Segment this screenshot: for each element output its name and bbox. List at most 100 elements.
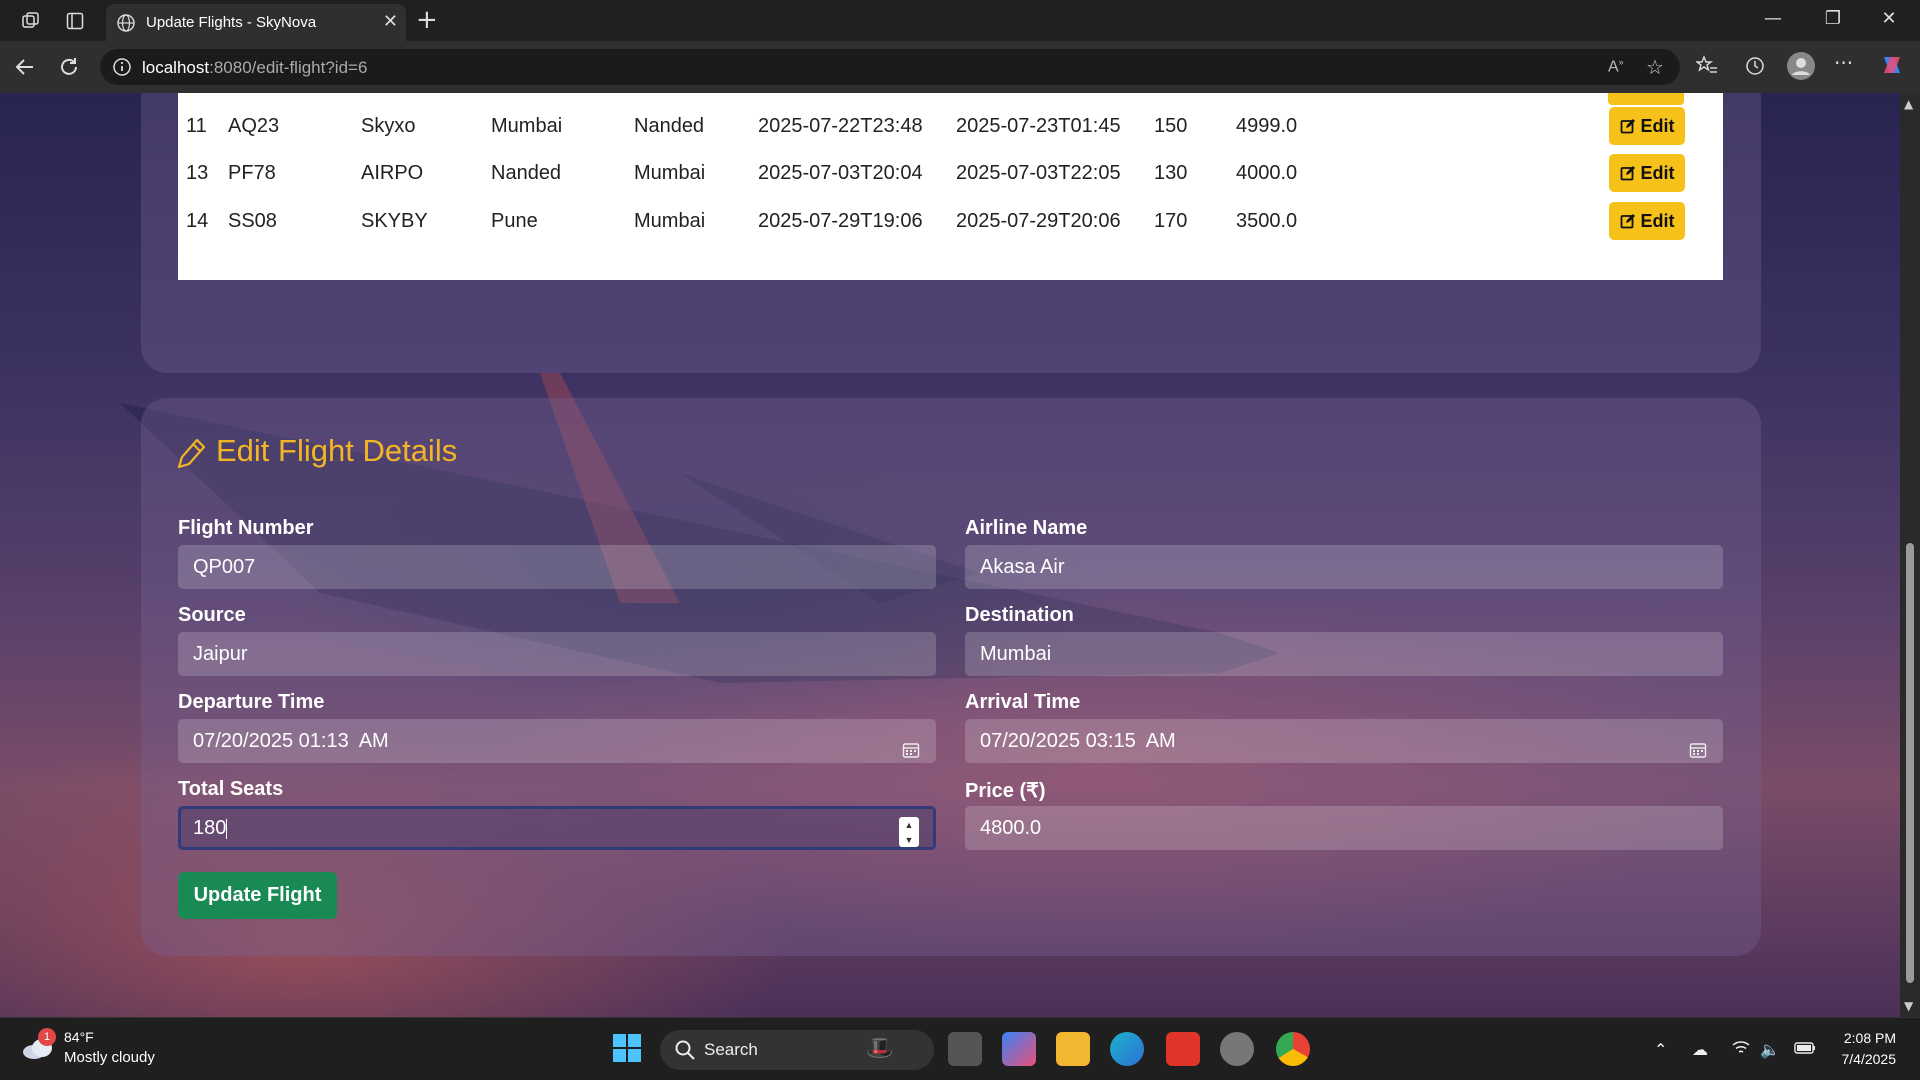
- scroll-up-icon[interactable]: ▲: [1904, 97, 1913, 111]
- departure-time-input[interactable]: 07/20/2025 01:13 AM: [178, 719, 936, 763]
- clock-time[interactable]: 2:08 PM: [1844, 1030, 1896, 1046]
- read-aloud-icon[interactable]: A»: [1608, 57, 1624, 76]
- pencil-icon: [176, 436, 206, 474]
- weather-desc[interactable]: Mostly cloudy: [64, 1049, 155, 1066]
- table-cell: 2025-07-29T19:06: [758, 210, 923, 232]
- office-app-icon[interactable]: [1166, 1032, 1200, 1066]
- taskbar-search[interactable]: Search 🎩: [660, 1030, 934, 1070]
- table-cell: Mumbai: [634, 210, 706, 232]
- history-icon[interactable]: [1744, 55, 1766, 81]
- url-host: localhost: [142, 58, 210, 77]
- close-window-icon[interactable]: ✕: [1866, 8, 1912, 29]
- active-tab[interactable]: Update Flights - SkyNova ✕: [106, 4, 406, 41]
- price-input[interactable]: 4800.0: [965, 806, 1723, 850]
- battery-icon[interactable]: [1794, 1040, 1816, 1059]
- source-input[interactable]: Jaipur: [178, 632, 936, 676]
- total-seats-label: Total Seats: [178, 778, 284, 800]
- close-tab-icon[interactable]: ✕: [383, 11, 398, 32]
- table-cell: Pune: [491, 210, 538, 232]
- volume-icon[interactable]: 🔈: [1760, 1040, 1780, 1059]
- copilot-app-icon[interactable]: [1002, 1032, 1036, 1066]
- table-cell: 14: [186, 210, 209, 232]
- browser-tab-bar: Update Flights - SkyNova ✕ + — ❐ ✕: [0, 0, 1920, 41]
- arrival-time-input[interactable]: 07/20/2025 03:15 AM: [965, 719, 1723, 763]
- edit-square-icon: [1620, 166, 1635, 181]
- refresh-icon[interactable]: [56, 54, 82, 84]
- favorite-star-icon[interactable]: ☆: [1646, 55, 1664, 79]
- copilot-icon[interactable]: [1878, 51, 1906, 83]
- file-explorer-icon[interactable]: [1056, 1032, 1090, 1066]
- table-cell: SS08: [228, 210, 277, 232]
- flight-number-label: Flight Number: [178, 517, 314, 539]
- wifi-icon[interactable]: [1732, 1040, 1750, 1060]
- chrome-browser-icon[interactable]: [1276, 1032, 1310, 1066]
- flights-table: 11 AQ23 Skyxo Mumbai Nanded 2025-07-22T23:48 2…: [178, 93, 1723, 280]
- new-tab-icon[interactable]: +: [416, 5, 438, 35]
- edit-flight-button[interactable]: Edit: [1609, 154, 1685, 192]
- total-seats-value: 180: [193, 817, 227, 839]
- table-cell: 3500.0: [1236, 210, 1298, 232]
- address-toolbar: localhost:8080/edit-flight?id=6 A» ☆ ···: [0, 41, 1920, 93]
- tab-title: Update Flights - SkyNova: [146, 14, 317, 31]
- flight-number-input[interactable]: QP007: [178, 545, 936, 589]
- update-flight-button[interactable]: Update Flight: [178, 872, 337, 919]
- airline-name-input[interactable]: Akasa Air: [965, 545, 1723, 589]
- edit-flight-button[interactable]: Edit: [1609, 202, 1685, 240]
- search-icon: [674, 1039, 696, 1065]
- edit-flight-card: [141, 398, 1761, 956]
- tray-overflow-icon[interactable]: ⌃: [1654, 1040, 1667, 1059]
- departure-time-value: 07/20/2025 01:13 AM: [193, 730, 389, 752]
- source-label: Source: [178, 604, 246, 626]
- url-text: localhost:8080/edit-flight?id=6: [142, 58, 367, 78]
- table-cell: SKYBY: [361, 210, 428, 232]
- table-row: 14 SS08 SKYBY Pune Mumbai 2025-07-29T19:06 202…: [178, 192, 1723, 250]
- text-cursor: [226, 818, 228, 839]
- stepper-up-icon[interactable]: ▲: [905, 820, 914, 830]
- start-windows-icon[interactable]: [611, 1032, 645, 1066]
- profile-avatar-icon[interactable]: [1786, 51, 1816, 85]
- table-cell: 170: [1154, 210, 1188, 232]
- restore-icon[interactable]: ❐: [1810, 8, 1856, 29]
- settings-gear-icon[interactable]: [1220, 1032, 1254, 1066]
- favorites-icon[interactable]: [1694, 55, 1718, 81]
- stepper-down-icon[interactable]: ▼: [905, 835, 914, 845]
- globe-icon: [116, 13, 136, 37]
- edit-button-label: Edit: [1640, 115, 1675, 136]
- destination-label: Destination: [965, 604, 1074, 626]
- edge-browser-icon[interactable]: [1110, 1032, 1144, 1066]
- weather-badge: 1: [38, 1028, 56, 1046]
- search-label: Search: [704, 1040, 758, 1059]
- edit-button-label: Edit: [1640, 210, 1675, 231]
- url-field[interactable]: localhost:8080/edit-flight?id=6 A» ☆: [100, 49, 1680, 85]
- edit-button-label: Edit: [1640, 162, 1675, 183]
- url-path: :8080/edit-flight?id=6: [209, 58, 368, 77]
- scroll-thumb[interactable]: [1906, 543, 1914, 983]
- edit-flight-button[interactable]: Edit: [1609, 107, 1685, 145]
- edit-square-icon: [1620, 119, 1635, 134]
- windows-taskbar: 1 84°F Mostly cloudy Search 🎩 ⌃ ☁ 🔈 2:08…: [0, 1017, 1920, 1080]
- minimize-icon[interactable]: —: [1750, 8, 1796, 29]
- site-info-icon[interactable]: [112, 57, 132, 81]
- task-view-icon[interactable]: [948, 1032, 982, 1066]
- edit-form-title: Edit Flight Details: [216, 433, 458, 468]
- back-icon[interactable]: [12, 54, 38, 84]
- price-label: Price (₹): [965, 780, 1046, 802]
- scroll-down-icon[interactable]: ▼: [1904, 999, 1913, 1013]
- calendar-icon[interactable]: [902, 731, 920, 775]
- departure-time-label: Departure Time: [178, 691, 325, 713]
- more-options-icon[interactable]: ···: [1834, 51, 1853, 75]
- destination-input[interactable]: Mumbai: [965, 632, 1723, 676]
- arrival-time-label: Arrival Time: [965, 691, 1081, 713]
- tab-actions-icon[interactable]: [62, 8, 88, 34]
- weather-temp[interactable]: 84°F: [64, 1029, 94, 1045]
- calendar-icon[interactable]: [1689, 731, 1707, 775]
- total-seats-input[interactable]: 180 ▲ ▼: [178, 806, 936, 850]
- clock-date[interactable]: 7/4/2025: [1842, 1051, 1897, 1067]
- page-viewport: 11 AQ23 Skyxo Mumbai Nanded 2025-07-22T23:48 2…: [0, 93, 1900, 1017]
- page-scrollbar[interactable]: ▲ ▼: [1900, 93, 1920, 1017]
- number-stepper[interactable]: ▲ ▼: [899, 817, 919, 847]
- workspaces-icon[interactable]: [18, 8, 44, 34]
- onedrive-icon[interactable]: ☁: [1692, 1040, 1708, 1059]
- edit-square-icon: [1620, 214, 1635, 229]
- arrival-time-value: 07/20/2025 03:15 AM: [980, 730, 1176, 752]
